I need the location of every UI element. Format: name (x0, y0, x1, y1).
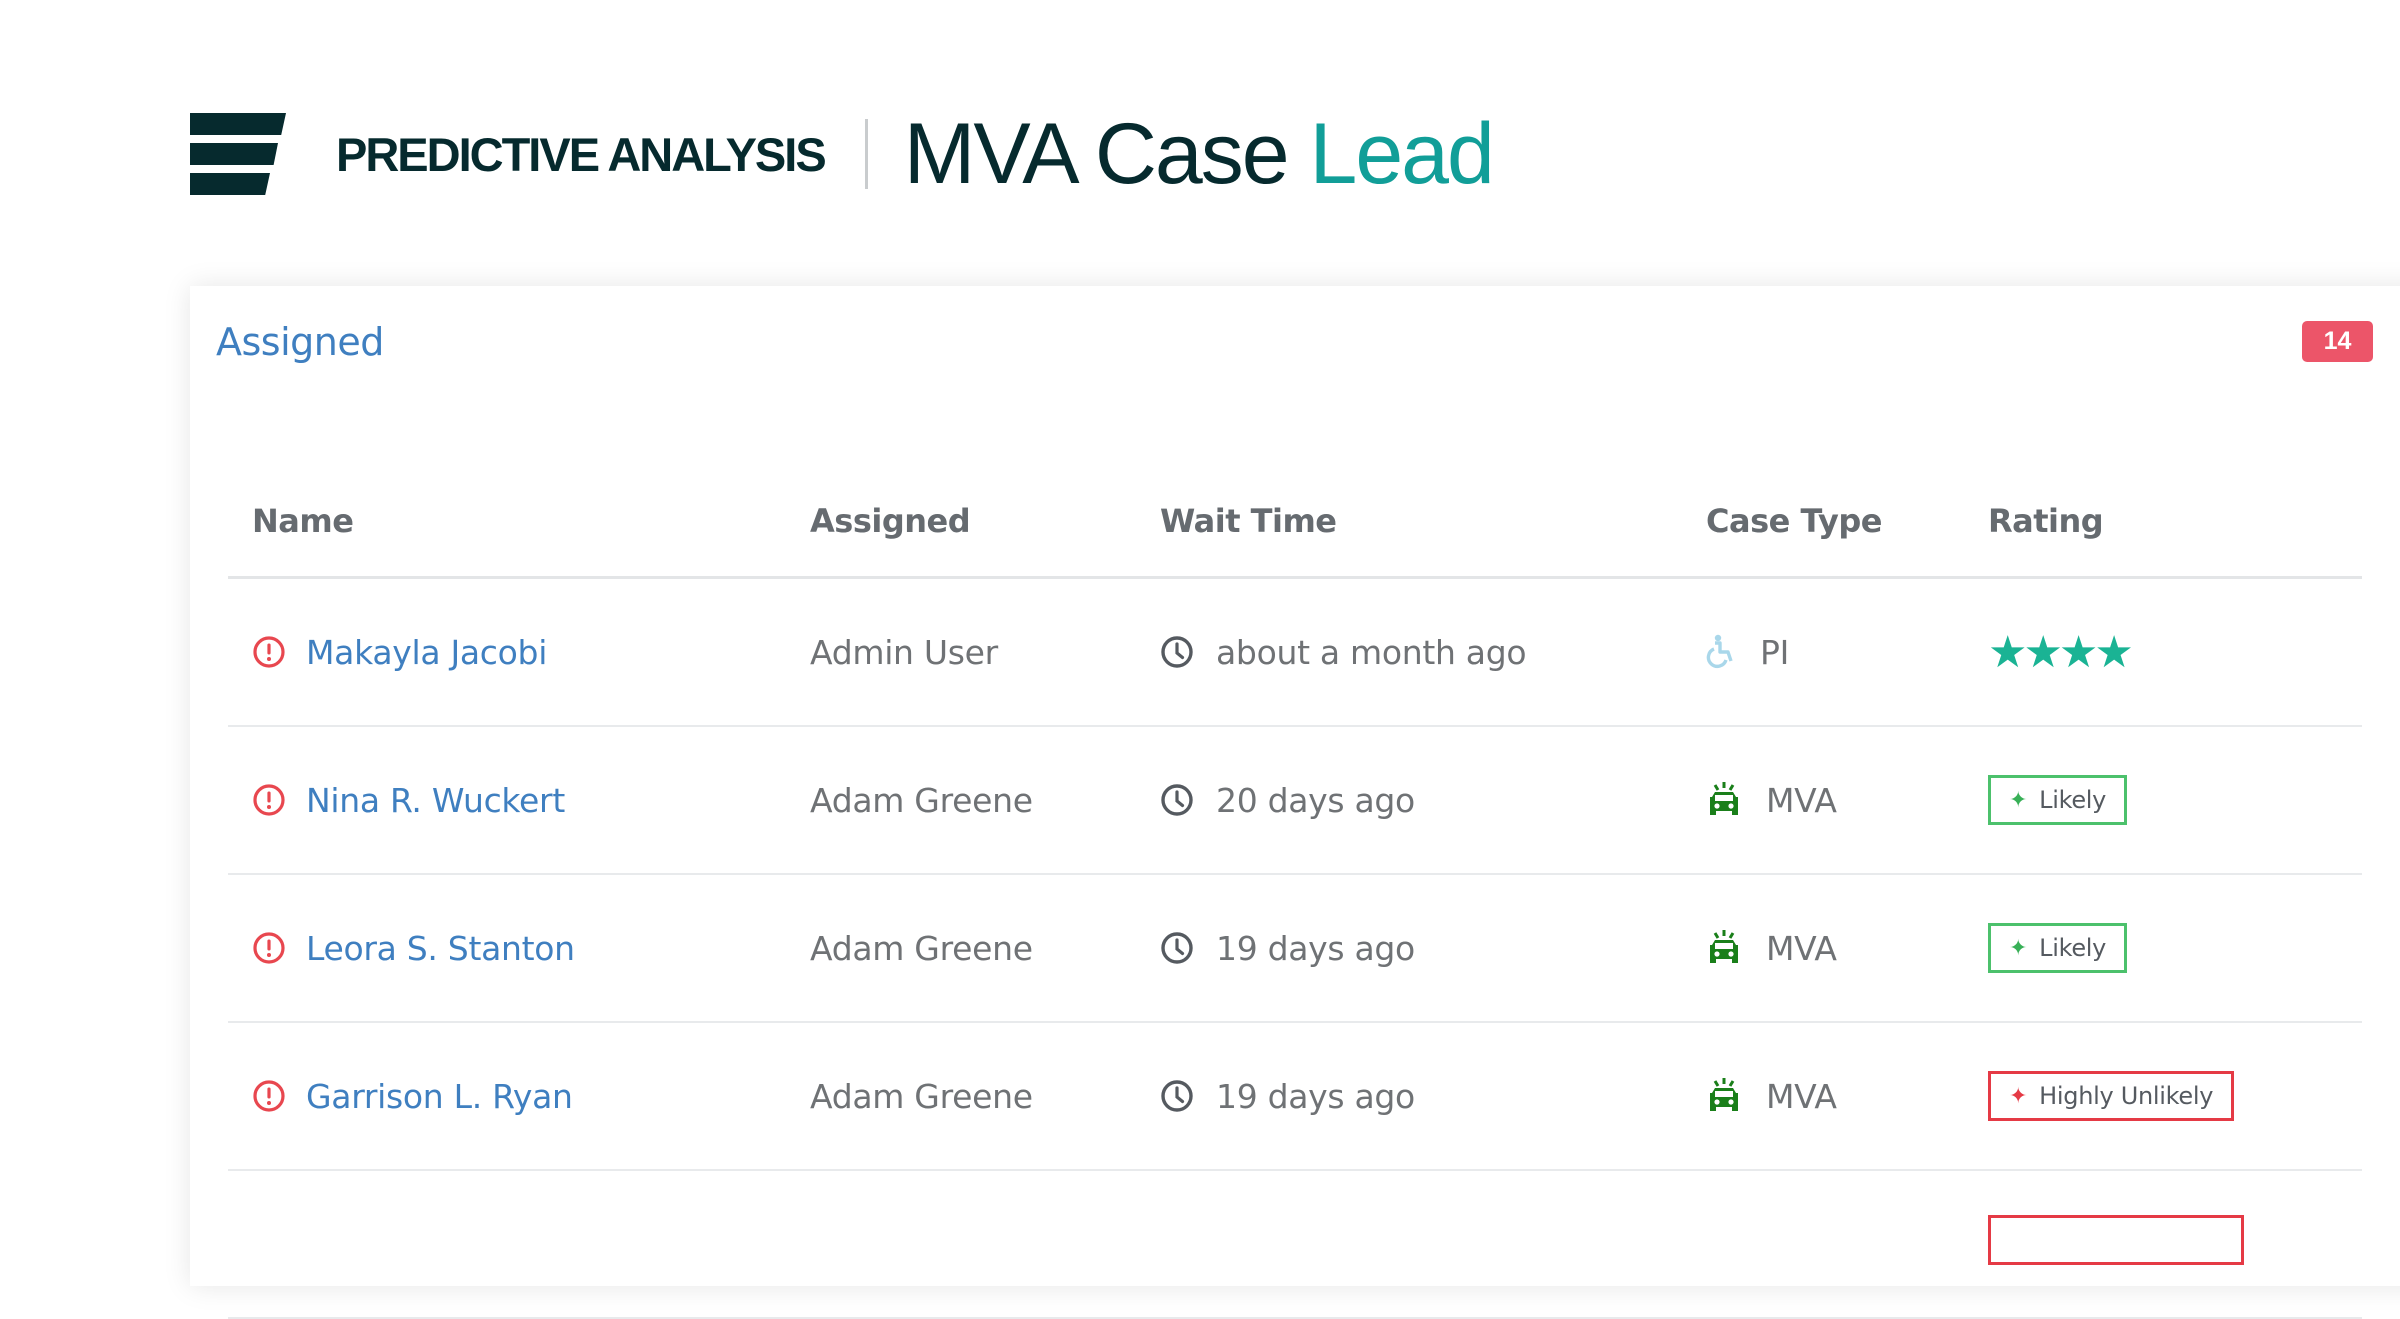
brand-name: PREDICTIVE ANALYSIS (336, 127, 827, 181)
header-divider (864, 119, 868, 189)
page-title: MVA Case Lead (903, 105, 1495, 204)
header: PREDICTIVE ANALYSIS MVA Case Lead (190, 106, 1495, 202)
rating-badge (1988, 1215, 2244, 1265)
column-header-name[interactable]: Name (228, 466, 786, 579)
card-title: Assigned (216, 320, 384, 364)
column-header-rating[interactable]: Rating (1964, 466, 2362, 579)
column-header-assigned[interactable]: Assigned (786, 466, 1136, 579)
table-row-partial[interactable] (228, 1170, 2362, 1319)
alert-icon (252, 931, 286, 965)
table-header-row: Name Assigned Wait Time Case Type Rating (228, 466, 2362, 579)
sparkle-icon: ✦ (2009, 1083, 2028, 1109)
star-rating: ★★★★ (1988, 626, 2134, 678)
car-icon (1706, 929, 1742, 967)
clock-icon (1160, 783, 1194, 817)
assigned-user: Adam Greene (810, 780, 1033, 820)
clock-icon (1160, 1079, 1194, 1113)
alert-icon (252, 635, 286, 669)
lead-name-link[interactable]: Garrison L. Ryan (306, 1077, 573, 1116)
sparkle-icon: ✦ (2009, 787, 2028, 813)
lead-name-link[interactable]: Leora S. Stanton (306, 929, 575, 968)
page-title-main: MVA Case (903, 105, 1290, 202)
wheelchair-icon (1706, 634, 1736, 670)
rating-badge: ✦ Highly Unlikely (1988, 1071, 2235, 1121)
column-header-case-type[interactable]: Case Type (1682, 466, 1964, 579)
wait-time: 20 days ago (1216, 780, 1415, 820)
assigned-card: Assigned 14 Name Assigned Wait Time Case… (190, 286, 2400, 1319)
logo-icon (190, 113, 286, 195)
clock-icon (1160, 931, 1194, 965)
page-title-accent: Lead (1309, 105, 1495, 202)
table-row[interactable]: Nina R. Wuckert Adam Greene 20 days ago … (228, 726, 2362, 875)
case-type: PI (1760, 632, 1790, 672)
wait-time: 19 days ago (1216, 928, 1415, 968)
rating-badge: ✦ Likely (1988, 923, 2128, 973)
table-row[interactable]: Leora S. Stanton Adam Greene 19 days ago… (228, 874, 2362, 1023)
assigned-user: Admin User (810, 632, 998, 672)
case-type: MVA (1766, 780, 1837, 820)
lead-name-link[interactable]: Nina R. Wuckert (306, 781, 565, 820)
clock-icon (1160, 635, 1194, 669)
table-row[interactable]: Makayla Jacobi Admin User about a month … (228, 577, 2362, 727)
lead-name-link[interactable]: Makayla Jacobi (306, 633, 547, 672)
car-icon (1706, 781, 1742, 819)
rating-label: Likely (2039, 786, 2107, 814)
rating-badge: ✦ Likely (1988, 775, 2128, 825)
assigned-user: Adam Greene (810, 928, 1033, 968)
alert-icon (252, 1079, 286, 1113)
rating-label: Likely (2039, 934, 2107, 962)
case-type: MVA (1766, 928, 1837, 968)
rating-label: Highly Unlikely (2039, 1082, 2214, 1110)
wait-time: about a month ago (1216, 632, 1527, 672)
count-badge: 14 (2302, 321, 2373, 362)
table-row[interactable]: Garrison L. Ryan Adam Greene 19 days ago… (228, 1022, 2362, 1171)
sparkle-icon: ✦ (2009, 935, 2028, 961)
assigned-table: Name Assigned Wait Time Case Type Rating… (228, 466, 2362, 1319)
car-icon (1706, 1077, 1742, 1115)
wait-time: 19 days ago (1216, 1076, 1415, 1116)
case-type: MVA (1766, 1076, 1837, 1116)
column-header-wait-time[interactable]: Wait Time (1136, 466, 1682, 579)
alert-icon (252, 783, 286, 817)
assigned-user: Adam Greene (810, 1076, 1033, 1116)
